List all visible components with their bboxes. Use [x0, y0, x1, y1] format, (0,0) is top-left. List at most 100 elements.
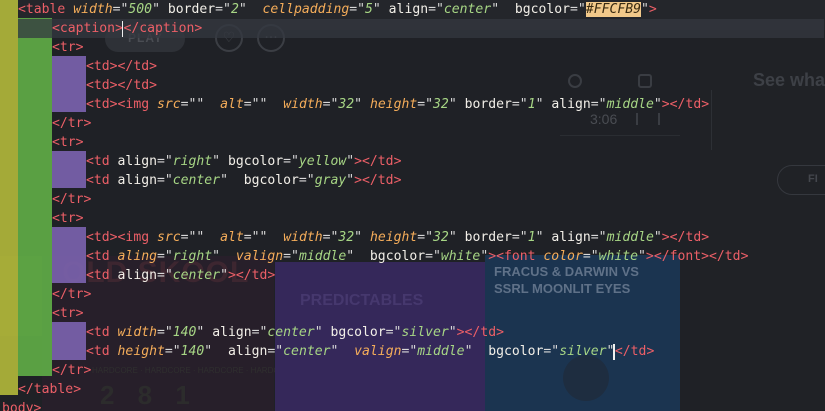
- code-line[interactable]: <tr>: [0, 304, 84, 323]
- code-line[interactable]: </tr>: [0, 190, 91, 209]
- code-line[interactable]: </tr>: [0, 114, 91, 133]
- tag-token: >: [267, 268, 276, 283]
- attribute-token: width: [283, 97, 323, 112]
- tag-token: <td: [86, 173, 110, 188]
- tag-token: >: [194, 21, 203, 36]
- value-token: 1: [527, 230, 536, 245]
- tag-token: >: [75, 135, 84, 150]
- code-editor[interactable]: <table width="500" border="2" cellpaddin…: [0, 0, 825, 411]
- punctuation-token: =": [428, 2, 444, 17]
- punctuation-token: ": [448, 325, 457, 340]
- code-line[interactable]: <td align="right" bgcolor="yellow"></td>: [0, 152, 401, 171]
- tag-token: <img: [117, 97, 150, 112]
- value-token: 5: [365, 2, 373, 17]
- punctuation-token: =": [511, 230, 528, 245]
- tag-token: </td: [235, 268, 268, 283]
- value-token: 140: [172, 325, 197, 340]
- value-token: 32: [338, 97, 355, 112]
- tag-token: >: [456, 325, 465, 340]
- code-line[interactable]: <td width="140" align="center" bgcolor="…: [0, 323, 504, 342]
- attribute-token: bgcolor: [369, 249, 426, 264]
- tag-token: </td: [709, 249, 741, 264]
- tag-token: </td: [117, 59, 150, 74]
- punctuation-token: =": [112, 2, 129, 17]
- code-line[interactable]: <td><img src="" alt="" width="32" height…: [0, 95, 709, 114]
- value-token: middle: [417, 344, 465, 359]
- tag-token: <td: [86, 230, 110, 245]
- code-line[interactable]: </tr>: [0, 361, 91, 380]
- punctuation-token: =": [417, 97, 434, 112]
- tag-token: <td: [86, 59, 110, 74]
- code-line-current[interactable]: <caption></caption>: [18, 19, 824, 38]
- attribute-token: height: [369, 97, 418, 112]
- attribute-token: alt: [220, 230, 244, 245]
- code-line[interactable]: <tr>: [0, 38, 84, 57]
- code-line[interactable]: <tr>: [0, 209, 84, 228]
- punctuation-token: ": [220, 268, 228, 283]
- code-line[interactable]: <td aling="right" valign="middle" bgcolo…: [0, 247, 748, 266]
- punctuation-token: =": [283, 249, 299, 264]
- value-token: 32: [433, 97, 449, 112]
- punctuation-token: =": [322, 230, 339, 245]
- attribute-token: src: [156, 230, 181, 245]
- value-token: middle: [298, 249, 347, 264]
- code-line[interactable]: <td></td>: [0, 76, 157, 95]
- punctuation-token: ": [448, 97, 457, 112]
- code-line[interactable]: <tr>: [0, 133, 84, 152]
- value-token: white: [598, 249, 639, 264]
- attribute-token: aling: [117, 249, 157, 264]
- code-line[interactable]: </table>: [0, 380, 81, 399]
- attribute-token: align: [117, 268, 157, 283]
- tag-token: >: [109, 230, 118, 245]
- tag-token: body: [2, 401, 34, 411]
- value-token: center: [267, 325, 315, 340]
- punctuation-token: ": [204, 344, 213, 359]
- punctuation-token: =": [590, 230, 607, 245]
- punctuation-token: ": [212, 154, 221, 169]
- value-token: 32: [338, 230, 355, 245]
- value-token: center: [443, 2, 492, 17]
- value-token: yellow: [298, 154, 347, 169]
- tag-token: </tr: [52, 287, 84, 302]
- punctuation-token: =": [511, 97, 528, 112]
- punctuation-token: =": [417, 230, 434, 245]
- punctuation-token: =": [283, 154, 299, 169]
- code-line[interactable]: <table width="500" border="2" cellpaddin…: [0, 0, 657, 19]
- tag-token: >: [354, 173, 363, 188]
- value-token: center: [172, 173, 221, 188]
- punctuation-token: =": [349, 2, 365, 17]
- code-line[interactable]: body>: [0, 399, 41, 411]
- tag-token: <tr: [52, 306, 76, 321]
- code-line[interactable]: <td></td>: [0, 57, 157, 76]
- tag-token: >: [149, 59, 157, 74]
- punctuation-token: =": [385, 325, 402, 340]
- color-value-token: #FFCFB9: [585, 2, 642, 17]
- attribute-token: bgcolor: [330, 325, 386, 340]
- tag-token: >: [701, 230, 710, 245]
- code-line[interactable]: <td><img src="" alt="" width="32" height…: [0, 228, 709, 247]
- code-line[interactable]: <td align="center"></td>: [0, 266, 275, 285]
- code-line[interactable]: <td height="140" align="center" valign="…: [0, 342, 654, 361]
- tag-token: <table: [18, 2, 66, 17]
- tag-token: <tr: [52, 211, 76, 226]
- attribute-token: alt: [220, 97, 244, 112]
- code-line[interactable]: <td align="center" bgcolor="gray"></td>: [0, 171, 401, 190]
- punctuation-token: ": [346, 249, 355, 264]
- punctuation-token: ": [152, 2, 160, 17]
- tag-token: >: [661, 97, 670, 112]
- tag-token: >: [73, 382, 82, 397]
- tag-token: >: [75, 306, 84, 321]
- value-token: center: [283, 344, 331, 359]
- code-line[interactable]: </tr>: [0, 285, 91, 304]
- punctuation-token: ": [354, 230, 363, 245]
- tag-token: <td: [86, 344, 110, 359]
- tag-token: </caption: [123, 21, 195, 36]
